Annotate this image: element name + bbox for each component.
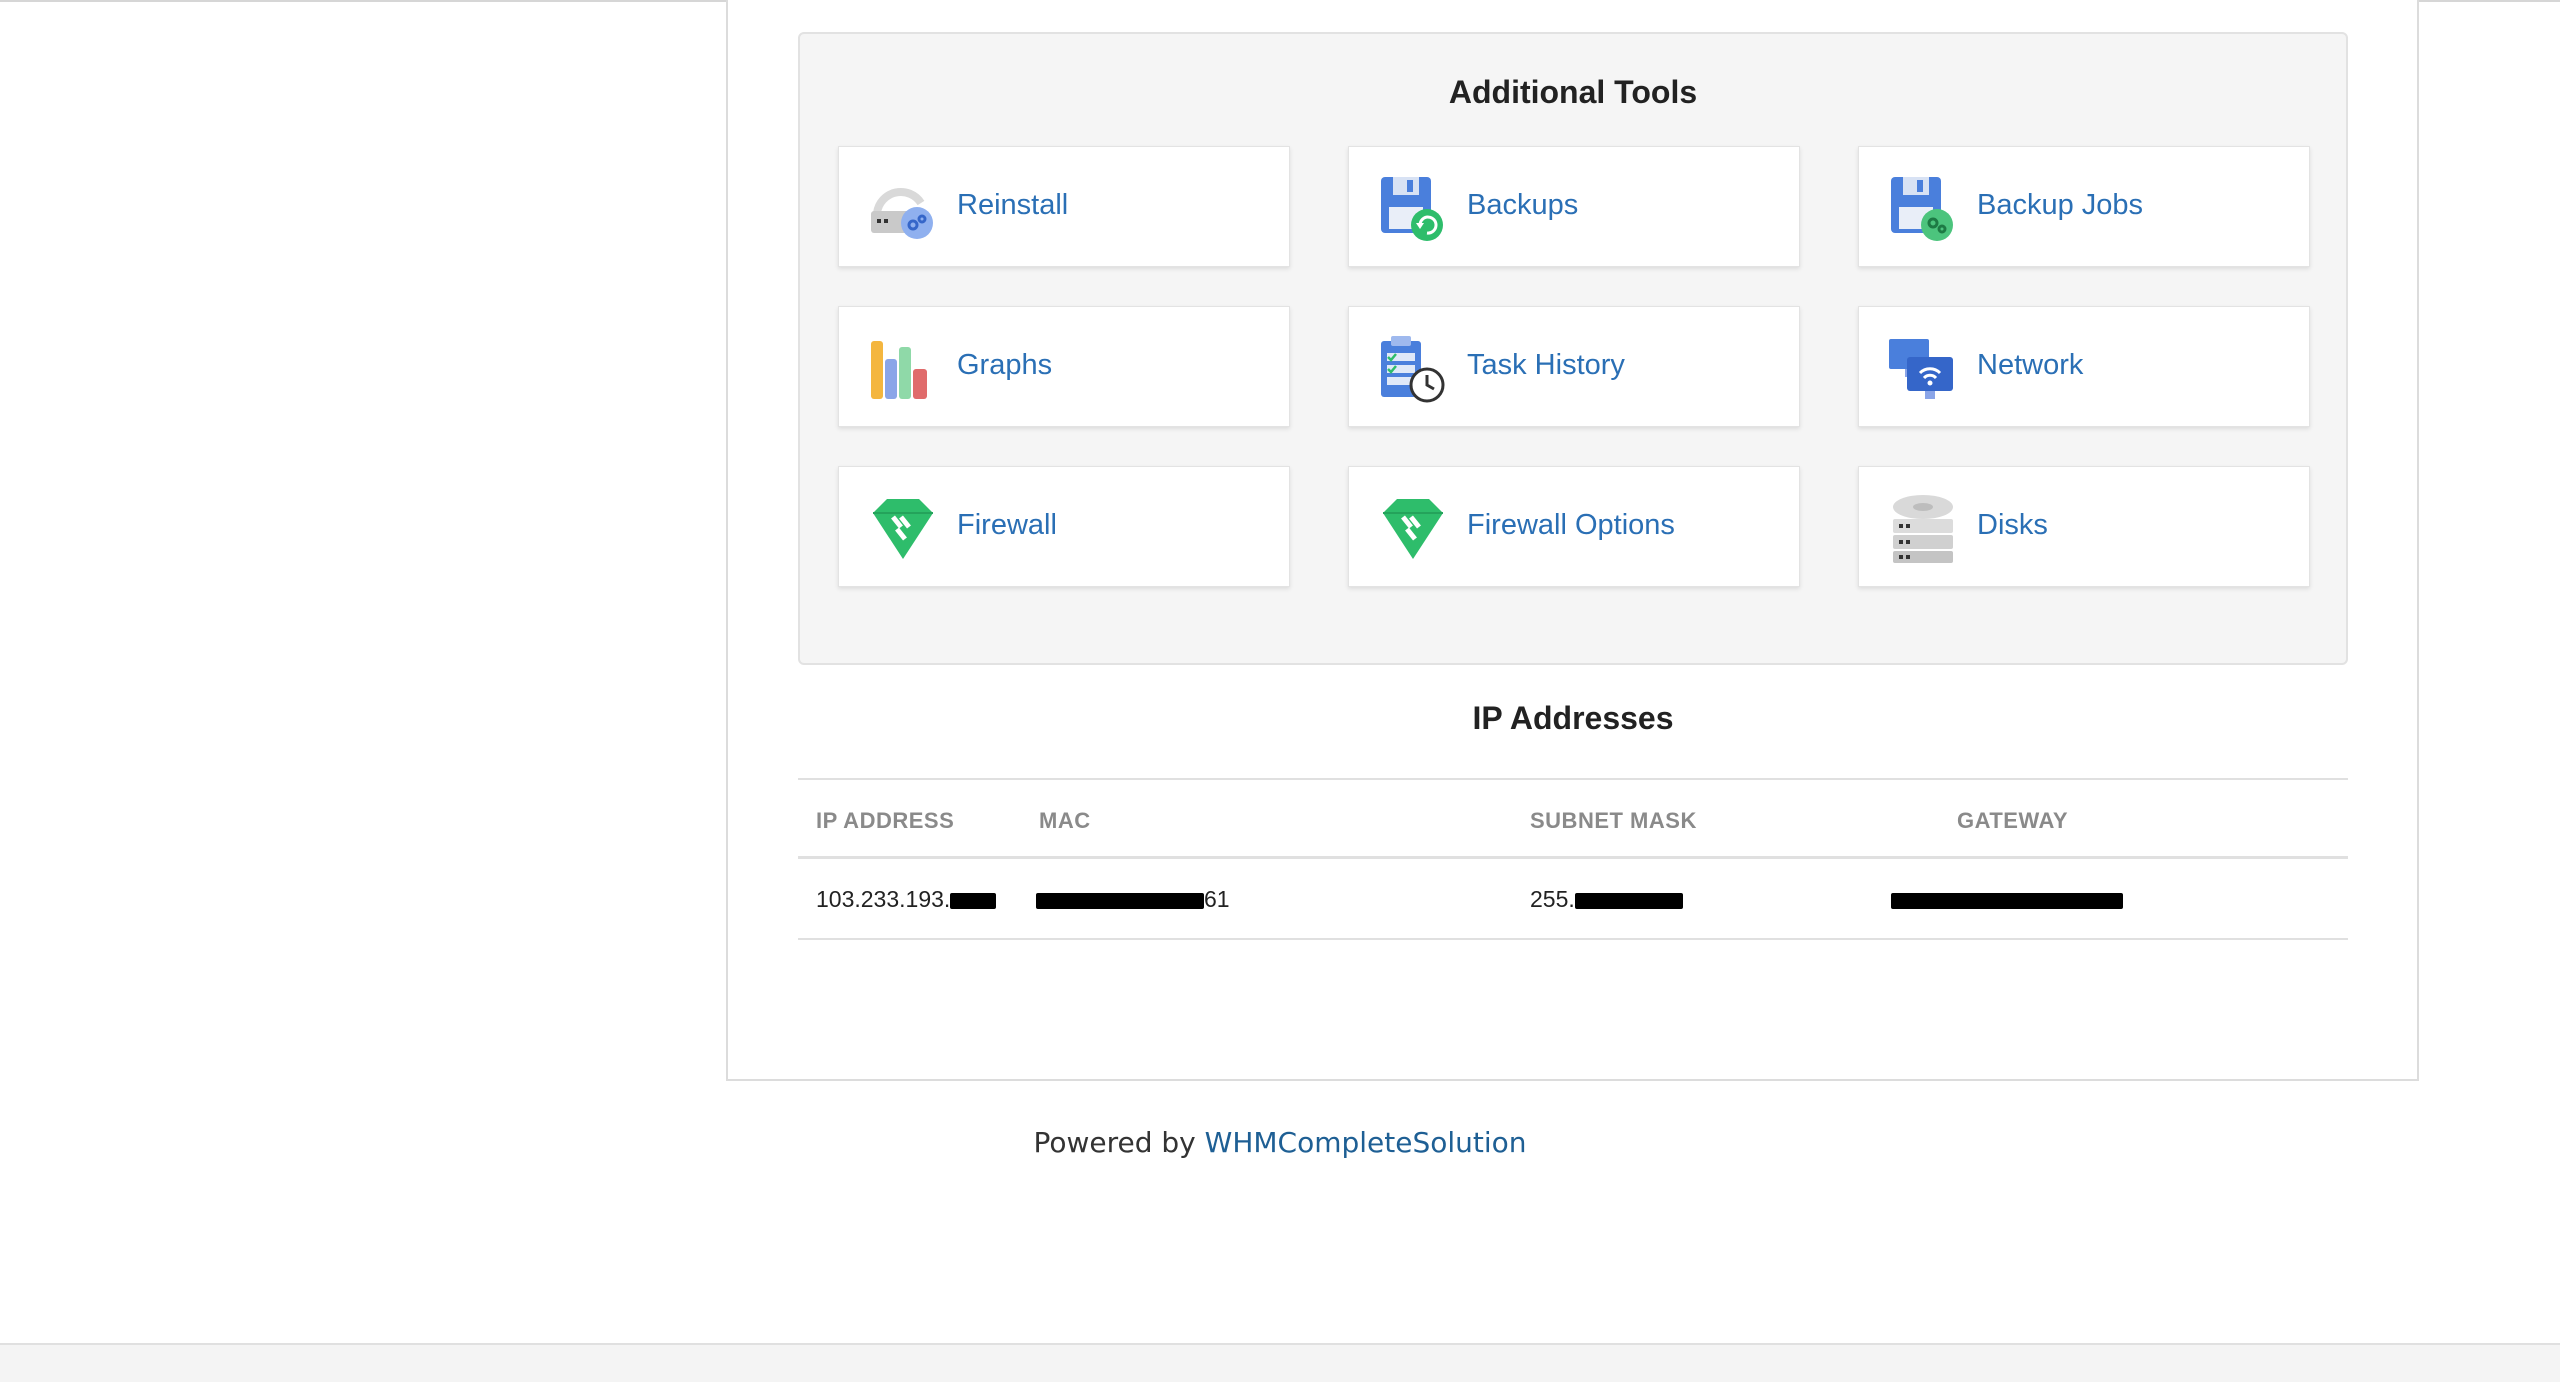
footer-prefix: Powered by [1033, 1126, 1205, 1159]
tool-label: Reinstall [957, 189, 1069, 221]
additional-tools-panel: Additional Tools Reinstall Backups Backu… [798, 32, 2348, 665]
tool-firewall[interactable]: Firewall [838, 466, 1290, 587]
header-ip-address: IP ADDRESS [816, 808, 955, 833]
redaction-mark [1891, 892, 2123, 909]
cell-gateway [1891, 886, 2123, 913]
redaction-mark [950, 892, 997, 909]
redaction-mark [1574, 892, 1683, 909]
header-mac: MAC [1039, 808, 1091, 833]
tool-backups[interactable]: Backups [1348, 146, 1800, 267]
header-gateway: GATEWAY [1957, 808, 2069, 833]
cell-mac: 61 [1036, 886, 1230, 913]
cell-ip-address: 103.233.193. [816, 886, 997, 913]
firewall-options-icon [1383, 499, 1443, 559]
backups-icon [1381, 177, 1443, 241]
tool-reinstall[interactable]: Reinstall [838, 146, 1290, 267]
tool-label: Firewall [957, 509, 1057, 541]
tool-label: Graphs [957, 349, 1053, 381]
header-bottom-rule [798, 856, 2348, 859]
reinstall-icon [871, 187, 933, 239]
disks-icon [1893, 495, 1953, 563]
tool-label: Disks [1977, 509, 2048, 541]
backup-jobs-icon [1891, 177, 1953, 241]
additional-tools-title: Additional Tools [1448, 74, 1698, 110]
header-subnet-mask: SUBNET MASK [1530, 808, 1697, 833]
footer-link[interactable]: WHMCompleteSolution [1205, 1126, 1527, 1159]
ip-addresses-title: IP Addresses [1472, 700, 1674, 736]
task-history-icon [1381, 336, 1445, 403]
tool-network[interactable]: Network [1858, 306, 2310, 427]
cell-subnet-mask: 255. [1530, 886, 1683, 913]
tool-disks[interactable]: Disks [1858, 466, 2310, 587]
tool-backup-jobs[interactable]: Backup Jobs [1858, 146, 2310, 267]
tool-task-history[interactable]: Task History [1348, 306, 1800, 427]
network-icon [1889, 339, 1953, 399]
tool-label: Network [1977, 349, 2084, 381]
firewall-icon [873, 499, 933, 559]
tool-label: Firewall Options [1467, 509, 1675, 541]
tool-graphs[interactable]: Graphs [838, 306, 1290, 427]
tool-firewall-options[interactable]: Firewall Options [1348, 466, 1800, 587]
ip-prefix: 103.233.193. [816, 886, 951, 912]
subnet-prefix: 255. [1530, 886, 1575, 912]
tool-label: Backup Jobs [1977, 189, 2144, 221]
row-bottom-rule [798, 938, 2348, 940]
footer: Powered by WHMCompleteSolution [0, 1126, 2560, 1159]
mac-suffix: 61 [1204, 886, 1230, 912]
graphs-icon [871, 341, 927, 399]
tool-label: Task History [1467, 349, 1625, 381]
redaction-mark [1036, 892, 1204, 909]
tool-label: Backups [1467, 189, 1579, 221]
table-top-rule [798, 778, 2348, 780]
bottom-bar [0, 1343, 2560, 1382]
